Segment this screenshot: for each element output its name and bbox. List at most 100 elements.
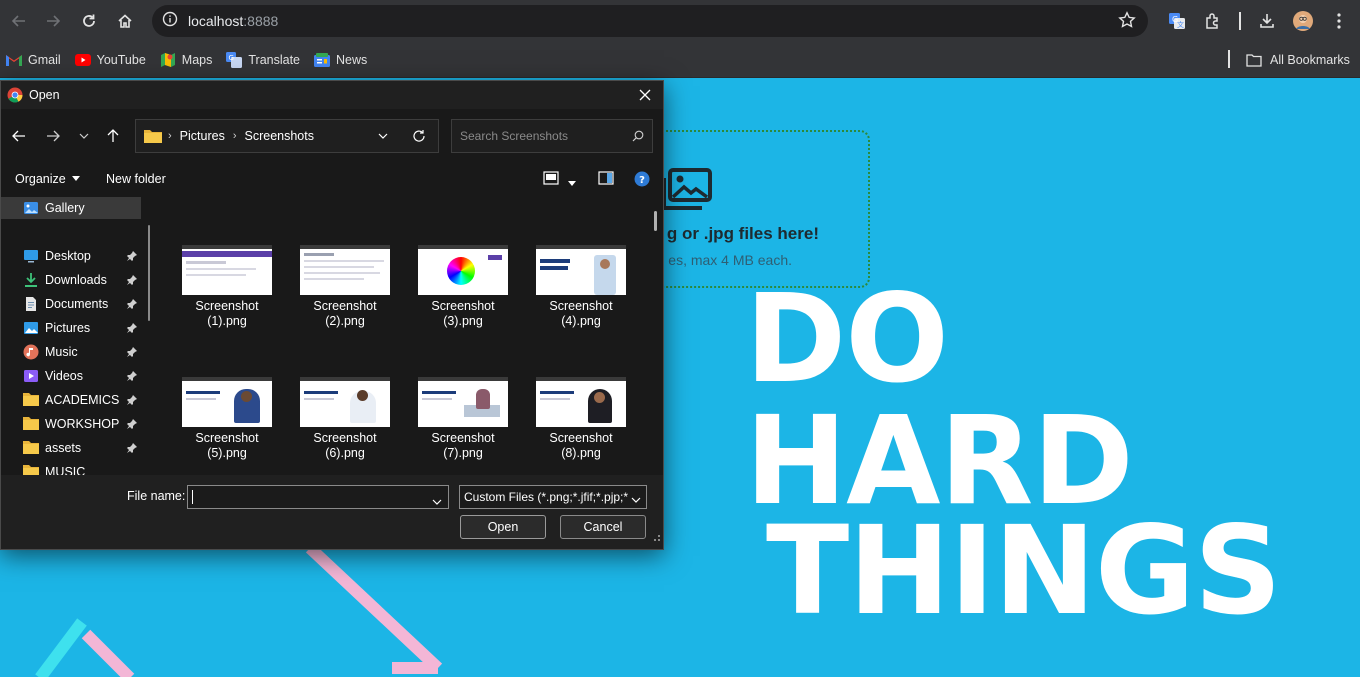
nav-item-academics[interactable]: ACADEMICS <box>1 389 141 411</box>
nav-item-workshop[interactable]: WORKSHOP <box>1 413 141 435</box>
gallery-icon <box>23 200 39 216</box>
bookmark-maps[interactable]: Maps <box>160 52 212 68</box>
close-icon[interactable] <box>635 85 655 105</box>
file-item[interactable]: Screenshot (4).png <box>528 245 634 329</box>
file-thumbnail <box>182 377 272 427</box>
url-port: :8888 <box>243 13 279 29</box>
organize-button[interactable]: Organize <box>15 172 81 186</box>
nav-item-pictures[interactable]: Pictures <box>1 317 141 339</box>
address-bar[interactable]: localhost:8888 <box>152 5 1148 37</box>
svg-text:文: 文 <box>1177 20 1184 29</box>
back-arrow-icon[interactable] <box>9 126 29 146</box>
file-name-line-2: (1).png <box>207 314 247 328</box>
file-item[interactable]: Screenshot (2).png <box>292 245 398 329</box>
file-name-input[interactable] <box>187 485 449 509</box>
resize-grip-icon[interactable] <box>651 529 661 547</box>
dialog-footer: File name: Custom Files (*.png;*.jfif;*.… <box>1 475 663 549</box>
caret-down-icon <box>71 176 80 181</box>
file-item[interactable]: Screenshot (1).png <box>174 245 280 329</box>
nav-item-desktop[interactable]: Desktop <box>1 245 141 267</box>
profile-avatar[interactable] <box>1288 6 1318 36</box>
breadcrumb-pictures[interactable]: Pictures <box>180 129 225 143</box>
forward-icon[interactable] <box>36 4 70 38</box>
all-bookmarks-label: All Bookmarks <box>1270 53 1350 67</box>
cancel-button[interactable]: Cancel <box>560 515 646 539</box>
back-icon[interactable] <box>2 4 36 38</box>
headline-line-3: THINGS <box>766 500 1282 642</box>
file-item[interactable]: Screenshot (3).png <box>410 245 516 329</box>
breadcrumb-screenshots[interactable]: Screenshots <box>245 129 314 143</box>
bookmark-news[interactable]: News <box>314 52 367 68</box>
file-item[interactable]: Screenshot (6).png <box>292 377 398 461</box>
up-arrow-icon[interactable] <box>103 126 123 146</box>
all-bookmarks-button[interactable]: All Bookmarks <box>1246 42 1350 78</box>
extensions-icon[interactable] <box>1198 6 1228 36</box>
bookmarks-bar: Gmail YouTube Maps G Translate News <box>0 42 1360 78</box>
file-item[interactable]: Screenshot (5).png <box>174 377 280 461</box>
chevron-down-icon[interactable] <box>432 493 442 511</box>
pictures-icon <box>23 320 39 336</box>
search-input[interactable]: Search Screenshots <box>451 119 653 153</box>
nav-item-label: WORKSHOP <box>45 417 120 431</box>
nav-item-music-folder[interactable]: MUSIC <box>1 461 141 475</box>
path-bar[interactable]: › Pictures › Screenshots <box>135 119 439 153</box>
browser-toolbar: localhost:8888 G文 <box>0 0 1360 42</box>
pin-icon <box>127 442 137 456</box>
help-icon[interactable]: ? <box>634 171 650 190</box>
chevron-down-icon[interactable] <box>378 129 388 143</box>
forward-arrow-icon[interactable] <box>43 126 63 146</box>
pin-icon <box>127 274 137 288</box>
pin-icon <box>127 370 137 384</box>
bookmark-star-icon[interactable] <box>1118 11 1136 34</box>
nav-item-music[interactable]: Music <box>1 341 141 363</box>
nav-item-gallery[interactable]: Gallery <box>1 197 141 219</box>
more-menu-icon[interactable] <box>1324 6 1354 36</box>
documents-icon <box>23 296 39 312</box>
maps-icon <box>160 52 176 68</box>
file-name-line-1: Screenshot <box>549 431 613 445</box>
navigation-pane: Gallery Desktop Downloads Documents Pict… <box>1 195 159 475</box>
pin-icon <box>127 298 137 312</box>
file-thumbnail <box>536 377 626 427</box>
nav-item-downloads[interactable]: Downloads <box>1 269 141 291</box>
file-name-line-1: Screenshot <box>431 299 495 313</box>
svg-text:G: G <box>229 54 234 62</box>
file-item[interactable]: Screenshot (8).png <box>528 377 634 461</box>
nav-item-videos[interactable]: Videos <box>1 365 141 387</box>
url-text[interactable]: localhost:8888 <box>188 13 278 29</box>
file-name-line-2: (3).png <box>443 314 483 328</box>
new-folder-button[interactable]: New folder <box>106 172 166 186</box>
nav-item-documents[interactable]: Documents <box>1 293 141 315</box>
home-icon[interactable] <box>108 4 142 38</box>
open-button[interactable]: Open <box>460 515 546 539</box>
nav-item-assets[interactable]: assets <box>1 437 141 459</box>
change-view-icon[interactable] <box>543 171 559 188</box>
bookmarks-divider <box>1228 50 1230 68</box>
file-type-select[interactable]: Custom Files (*.png;*.jfif;*.pjp;* <box>459 485 647 509</box>
news-icon <box>314 52 331 68</box>
file-item[interactable]: Screenshot (7).png <box>410 377 516 461</box>
bookmark-gmail[interactable]: Gmail <box>6 52 61 68</box>
reload-icon[interactable] <box>72 4 106 38</box>
preview-pane-icon[interactable] <box>598 171 614 188</box>
file-list-scrollbar[interactable] <box>654 211 657 231</box>
nav-pane-scrollbar[interactable] <box>148 225 150 321</box>
text-caret <box>192 490 193 504</box>
bookmark-youtube[interactable]: YouTube <box>74 52 146 68</box>
folder-icon <box>23 392 39 408</box>
open-file-dialog: Open › Pictures › Screenshots Search Scr… <box>0 80 664 550</box>
organize-label: Organize <box>15 172 66 186</box>
downloads-icon[interactable] <box>1252 6 1282 36</box>
pin-icon <box>127 418 137 432</box>
view-options-caret-icon[interactable] <box>567 176 577 190</box>
videos-icon <box>23 368 39 384</box>
site-info-icon[interactable] <box>162 11 178 32</box>
youtube-icon <box>74 52 91 68</box>
google-translate-icon[interactable]: G文 <box>1162 6 1192 36</box>
file-thumbnail <box>536 245 626 295</box>
recent-locations-icon[interactable] <box>74 126 94 146</box>
folder-icon <box>1246 53 1262 67</box>
file-thumbnail <box>418 245 508 295</box>
bookmark-translate[interactable]: G Translate <box>226 51 300 68</box>
refresh-icon[interactable] <box>412 129 426 146</box>
